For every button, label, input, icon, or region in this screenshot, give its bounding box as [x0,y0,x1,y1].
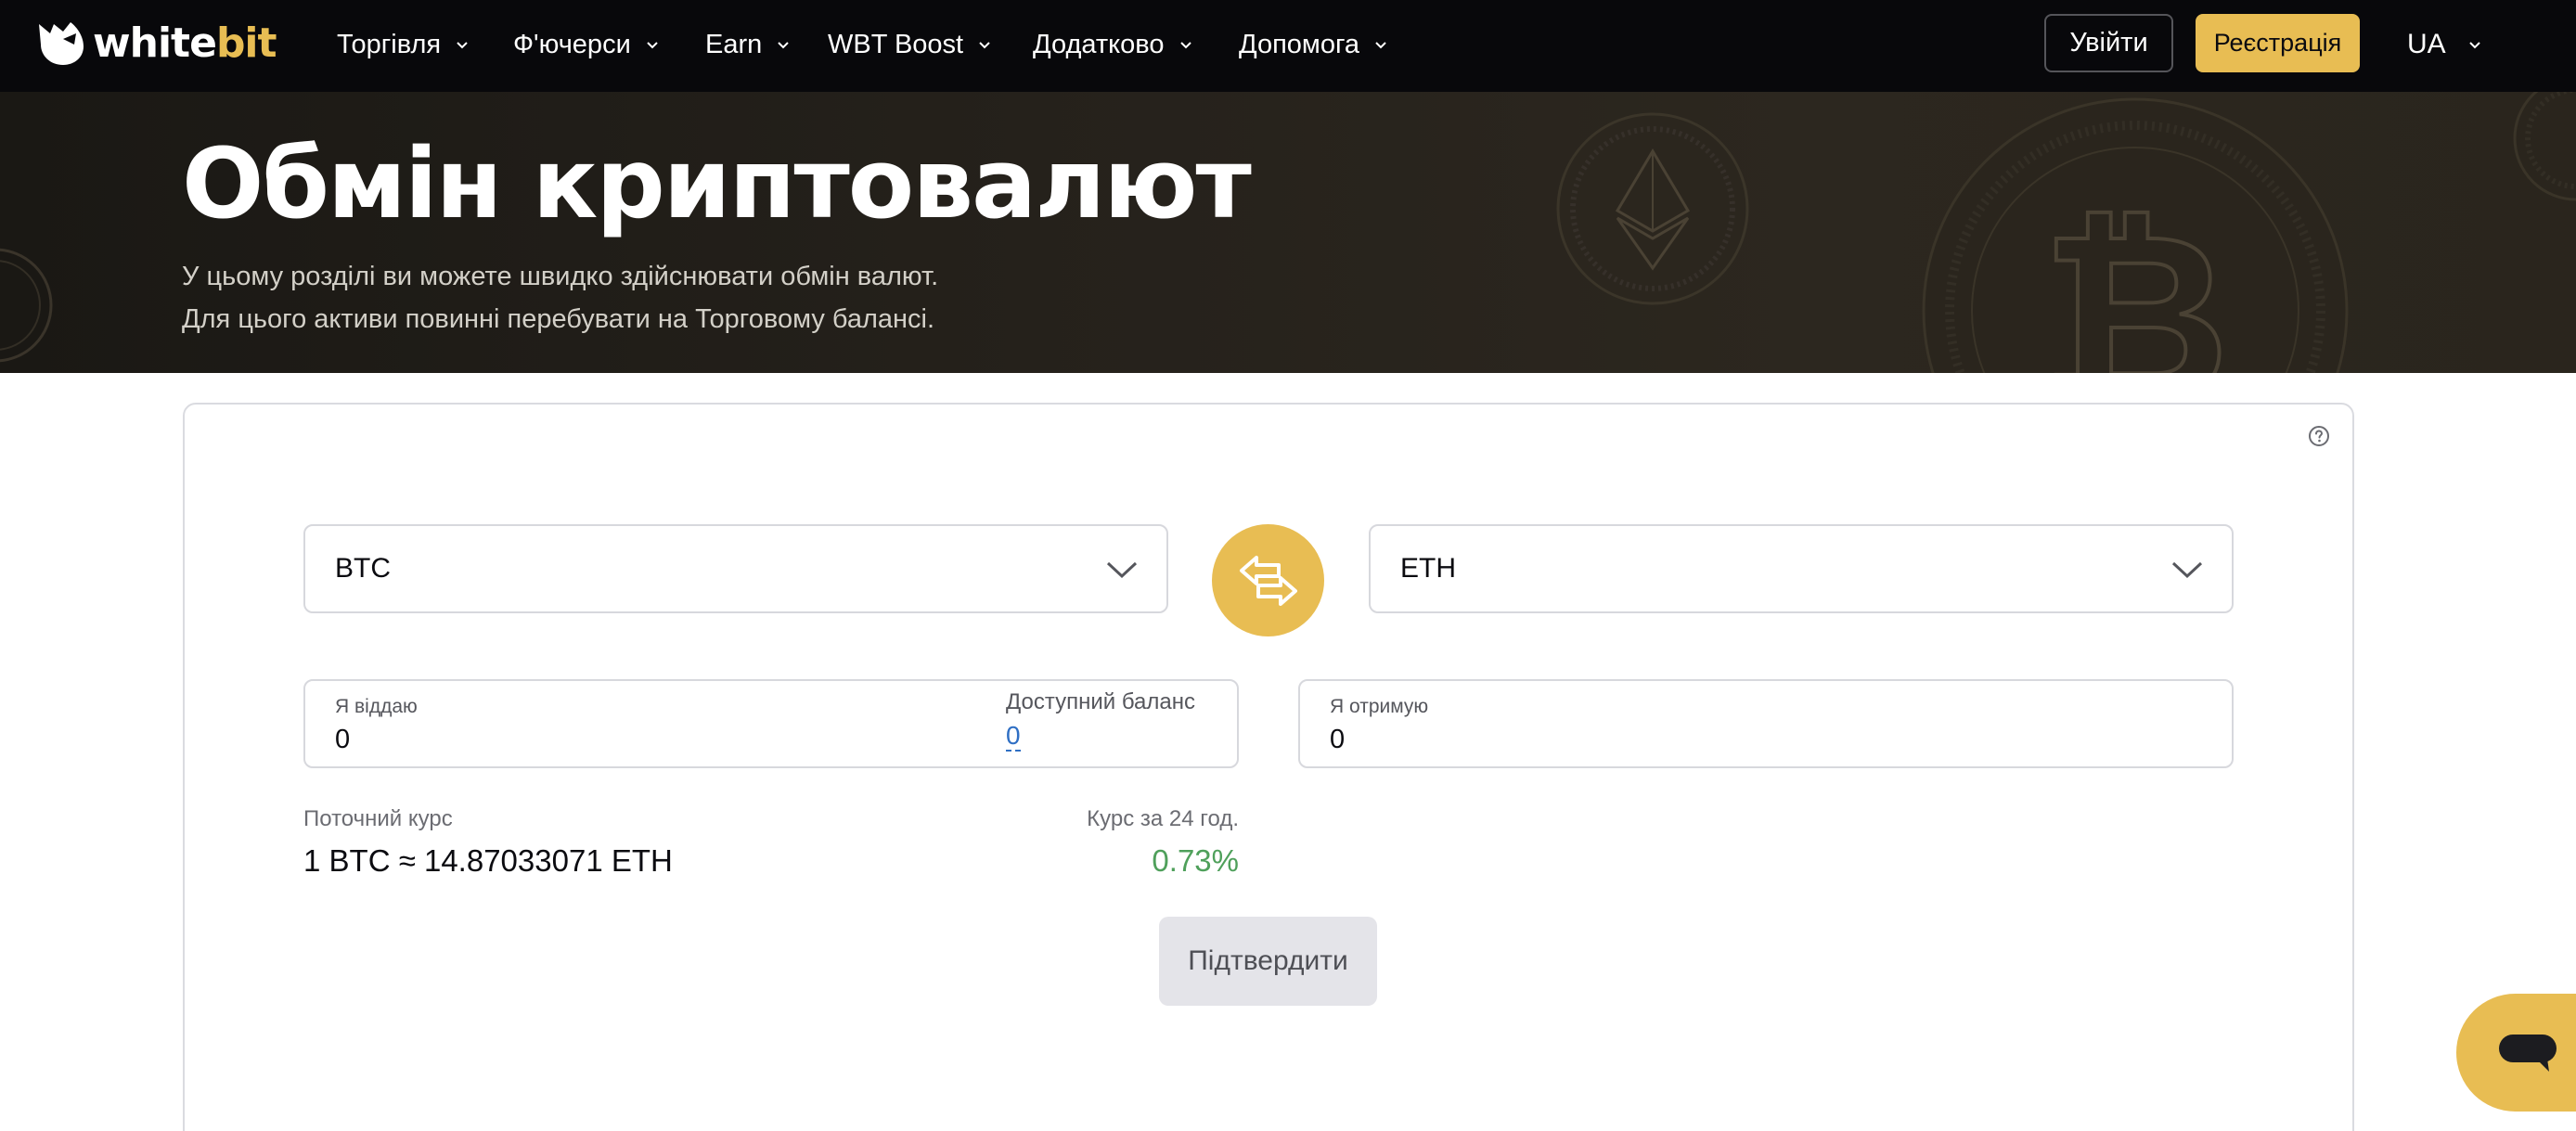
chevron-down-icon [1375,42,1386,49]
hero-description-line2: Для цього активи повинні перебувати на Т… [182,304,935,334]
language-label: UA [2407,29,2446,59]
chat-bubble-icon [2498,1034,2557,1072]
bitcoin-coin-icon: ₿ [1922,97,2349,373]
nav-item-trading[interactable]: Торгівля [337,26,470,63]
give-amount-field[interactable]: Я віддаю Доступний баланс 0 [303,679,1239,768]
nav-item-label: WBT Boost [828,29,964,59]
from-currency-select[interactable]: BTC [303,524,1168,613]
question-mark-icon[interactable] [2308,425,2330,447]
chevron-down-icon [1179,42,1191,49]
ethereum-coin-icon [1556,112,1749,305]
to-currency-select[interactable]: ETH [1369,524,2234,613]
support-chat-button[interactable] [2456,994,2576,1112]
top-navbar: whitebit Торгівля Ф'ючерси Earn WBT Boos… [0,0,2576,92]
logo-wordmark-part2: bit [215,19,277,67]
nav-item-futures[interactable]: Ф'ючерси [513,26,661,63]
hero-description-line1: У цьому розділі ви можете швидко здійсню… [182,262,939,291]
nav-item-additional[interactable]: Додатково [1033,26,1194,63]
chevron-down-icon [778,42,789,49]
nav-item-wbt-boost[interactable]: WBT Boost [828,26,993,63]
nav-item-label: Ф'ючерси [513,29,631,59]
nav-item-help[interactable]: Допомога [1239,26,1389,63]
login-button[interactable]: Увійти [2044,14,2173,72]
chevron-down-icon [2171,561,2203,579]
swap-arrows-icon [1239,555,1297,606]
rate-24h-value: 0.73% [1152,843,1239,878]
current-rate-value: 1 BTC ≈ 14.87033071 ETH [303,843,673,878]
rate-24h-label: Курс за 24 год. [1087,806,1239,831]
available-balance-label: Доступний баланс [1006,689,1196,714]
confirm-button[interactable]: Підтвердити [1159,917,1377,1006]
nav-item-earn[interactable]: Earn [705,26,792,63]
receive-amount-input[interactable] [1330,725,1887,755]
chevron-down-icon [457,42,468,49]
logo-wordmark-part1: white [93,19,217,67]
from-currency-value: BTC [335,553,391,584]
nav-item-label: Додатково [1033,29,1165,59]
chevron-down-icon [1106,561,1138,579]
page-title: Обмін криптовалют [182,127,1252,240]
whitebit-logo[interactable]: whitebit [35,20,277,67]
available-balance-value[interactable]: 0 [1006,722,1021,752]
register-button[interactable]: Реєстрація [2196,14,2360,72]
receive-amount-label: Я отримую [1330,696,1429,717]
nav-item-label: Earn [705,29,763,59]
logo-icon [39,22,84,65]
chevron-down-icon [2468,42,2480,49]
language-selector[interactable]: UA [2407,26,2483,63]
receive-amount-field[interactable]: Я отримую [1298,679,2234,768]
chevron-down-icon [647,42,658,49]
nav-item-label: Допомога [1239,29,1360,59]
chevron-down-icon [979,42,990,49]
to-currency-value: ETH [1400,553,1456,584]
current-rate-label: Поточний курс [303,806,453,831]
give-amount-label: Я віддаю [335,696,418,717]
swap-currencies-button[interactable] [1212,524,1324,636]
give-amount-input[interactable] [335,725,892,755]
svg-text:₿: ₿ [2041,183,2230,373]
nav-item-label: Торгівля [337,29,442,59]
logo-wordmark: whitebit [93,20,277,67]
